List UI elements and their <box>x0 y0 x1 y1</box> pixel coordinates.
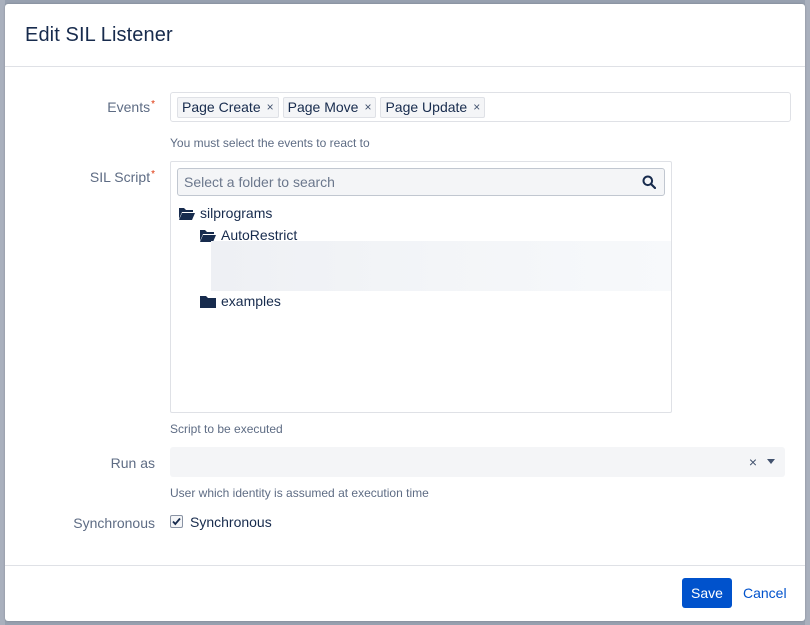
event-tag-label: Page Create <box>182 99 261 115</box>
dialog-footer: Save Cancel <box>5 565 805 622</box>
script-tree-panel: silprograms AutoRestrict examples <box>170 161 672 413</box>
event-tag-label: Page Move <box>287 99 359 115</box>
redacted-file-area <box>211 241 671 291</box>
edit-listener-dialog: Edit SIL Listener Events* Page Create × … <box>5 4 805 621</box>
remove-tag-icon[interactable]: × <box>364 100 371 114</box>
folder-open-icon <box>179 207 195 220</box>
dialog-header: Edit SIL Listener <box>5 4 805 67</box>
search-icon[interactable] <box>642 175 656 189</box>
sil-script-label-text: SIL Script <box>89 169 151 185</box>
tree-node-label: examples <box>221 293 281 309</box>
synchronous-checkbox-label[interactable]: Synchronous <box>190 514 272 530</box>
synchronous-label: Synchronous <box>73 515 155 531</box>
clear-icon[interactable]: × <box>749 454 757 470</box>
folder-closed-icon <box>200 295 216 308</box>
remove-tag-icon[interactable]: × <box>267 100 274 114</box>
event-tag-page-update: Page Update × <box>380 96 486 118</box>
run-as-help: User which identity is assumed at execut… <box>170 486 429 500</box>
required-marker: * <box>151 169 155 180</box>
checkmark-icon <box>172 517 181 526</box>
cancel-link[interactable]: Cancel <box>743 585 787 601</box>
run-as-select[interactable]: × <box>170 447 785 477</box>
folder-open-icon <box>200 229 216 242</box>
save-button[interactable]: Save <box>682 578 732 608</box>
synchronous-checkbox[interactable] <box>170 515 183 528</box>
sil-script-label: SIL Script* <box>5 169 155 185</box>
events-label-text: Events <box>107 99 151 115</box>
chevron-down-icon[interactable] <box>767 459 775 464</box>
events-help: You must select the events to react to <box>170 136 370 150</box>
dialog-title: Edit SIL Listener <box>25 24 173 46</box>
backdrop-right <box>805 0 810 625</box>
event-tag-page-create: Page Create × <box>177 96 279 118</box>
run-as-label: Run as <box>110 455 155 471</box>
folder-search-input[interactable] <box>178 169 633 195</box>
remove-tag-icon[interactable]: × <box>473 100 480 114</box>
events-label: Events* <box>5 99 155 115</box>
tree-node-label: silprograms <box>200 205 273 221</box>
tree-folder-examples[interactable]: examples <box>200 293 281 309</box>
event-tag-page-move: Page Move × <box>282 96 377 118</box>
required-marker: * <box>151 99 155 110</box>
events-multiselect[interactable]: Page Create × Page Move × Page Update × <box>170 92 791 122</box>
event-tag-label: Page Update <box>385 99 468 115</box>
tree-folder-silprograms[interactable]: silprograms <box>179 205 272 221</box>
sil-script-help: Script to be executed <box>170 422 283 436</box>
folder-search-box <box>177 168 665 196</box>
